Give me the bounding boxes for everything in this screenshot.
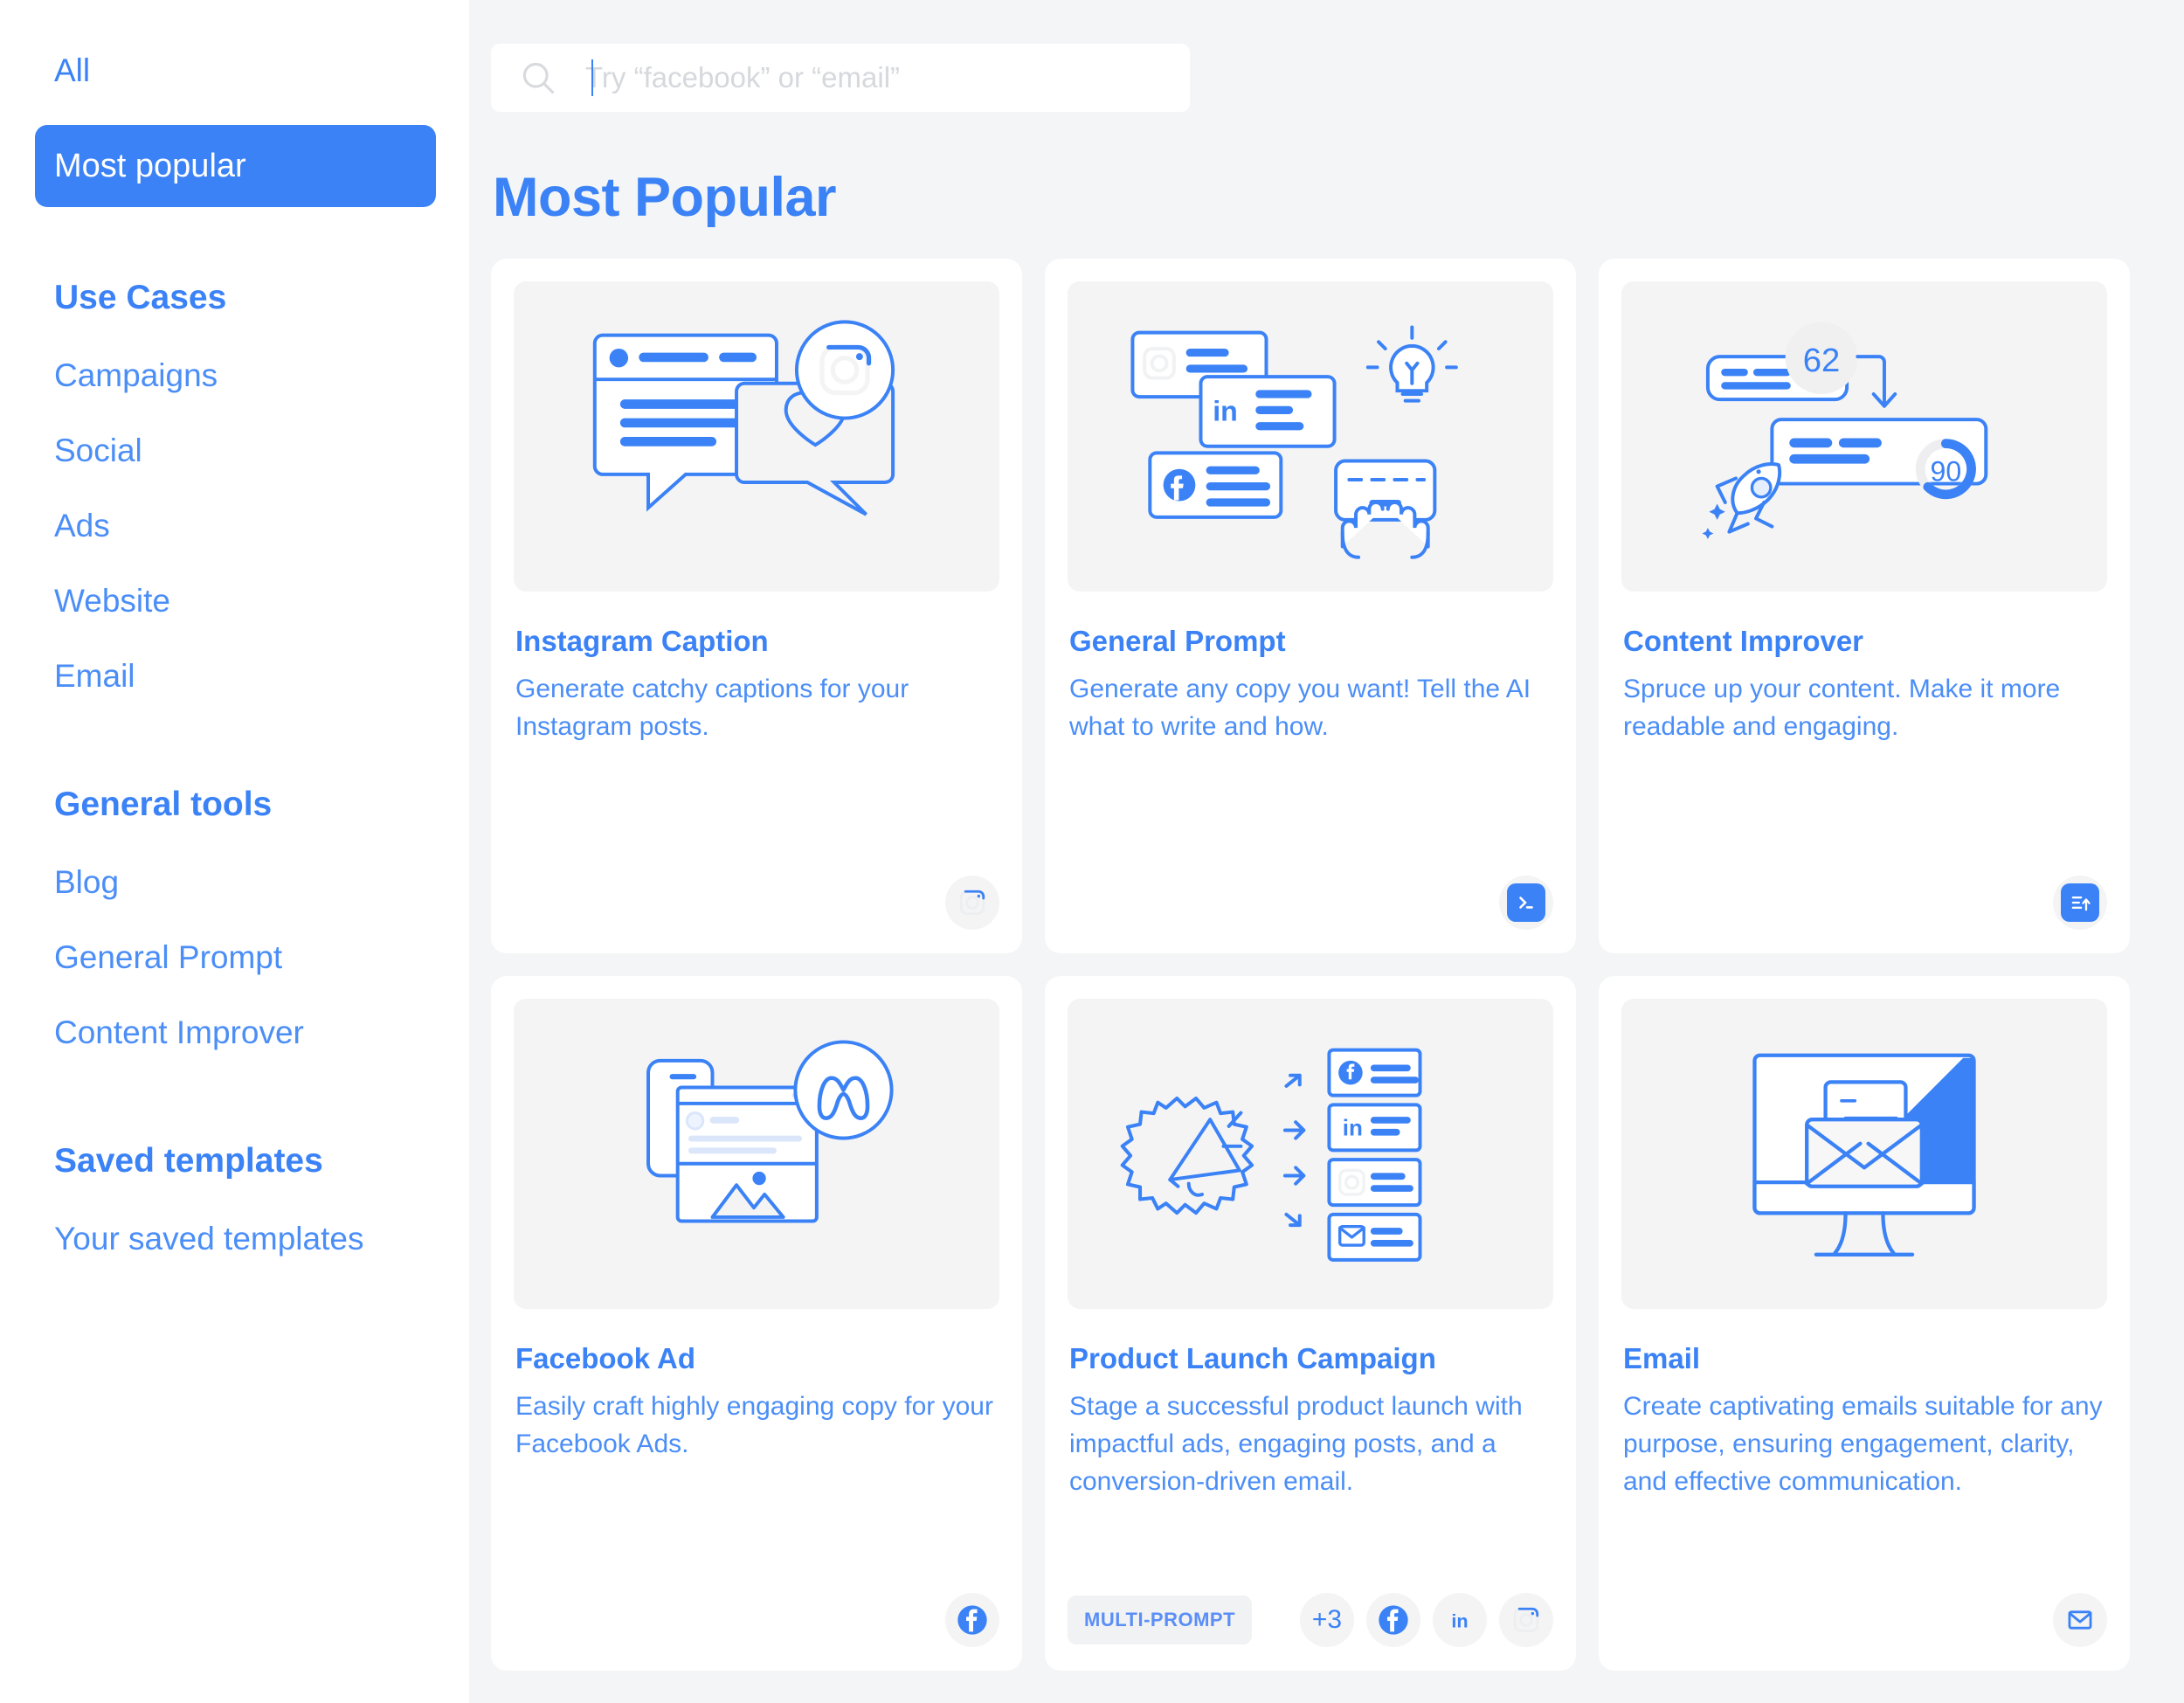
card-title: General Prompt	[1069, 625, 1286, 657]
sidebar-item-blog[interactable]: Blog	[54, 845, 415, 920]
template-card-content-improver[interactable]: 62 90 Content Improver Spruce up your co…	[1599, 259, 2130, 953]
sidebar-item-your-saved-templates[interactable]: Your saved templates	[54, 1201, 415, 1277]
linkedin-icon-badge[interactable]: in	[1433, 1593, 1487, 1647]
card-description: Stage a successful product launch with i…	[1069, 1392, 1523, 1497]
sidebar-section-title-use-cases: Use Cases	[54, 279, 227, 316]
text-cursor	[591, 59, 593, 96]
card-description: Easily craft highly engaging copy for yo…	[515, 1392, 993, 1459]
card-description: Generate catchy captions for your Instag…	[515, 675, 909, 742]
facebook-icon-badge[interactable]	[945, 1593, 999, 1647]
sidebar-item-website[interactable]: Website	[54, 564, 415, 639]
social-cards-lightbulb-keyboard-illustration: in	[1068, 281, 1553, 592]
megaphone-channels-illustration: in	[1068, 999, 1553, 1309]
template-card-general-prompt[interactable]: in General Prompt Generate any copy you …	[1045, 259, 1576, 953]
search-icon	[519, 59, 557, 97]
sidebar-section-saved-templates: Saved templates Your saved templates	[0, 1142, 469, 1277]
sidebar-item-content-improver[interactable]: Content Improver	[54, 995, 415, 1070]
svg-text:in: in	[1213, 395, 1238, 426]
sidebar-section-title-saved-templates: Saved templates	[54, 1142, 323, 1180]
extra-channels-count: +3	[1311, 1605, 1343, 1634]
card-footer	[514, 871, 999, 934]
facebook-icon-badge[interactable]	[1366, 1593, 1420, 1647]
sidebar-section-general-tools: General tools Blog General Prompt Conten…	[0, 786, 469, 1070]
sidebar-item-campaigns[interactable]: Campaigns	[54, 338, 415, 413]
template-library-page: All Most popular Use Cases Campaigns Soc…	[0, 0, 2184, 1703]
svg-text:in: in	[1343, 1114, 1363, 1140]
sidebar-item-most-popular[interactable]: Most popular	[35, 125, 436, 207]
sidebar-section-use-cases: Use Cases Campaigns Social Ads Website E…	[0, 279, 469, 714]
card-footer	[1068, 871, 1553, 934]
terminal-prompt-icon-badge[interactable]	[1499, 876, 1553, 930]
sidebar-section-title-general-tools: General tools	[54, 786, 273, 823]
card-description: Create captivating emails suitable for a…	[1623, 1392, 2103, 1497]
score-after-value: 90	[1931, 455, 1962, 487]
svg-text:in: in	[1451, 1610, 1468, 1631]
card-title: Instagram Caption	[515, 625, 769, 657]
sidebar-item-general-prompt[interactable]: General Prompt	[54, 920, 415, 995]
card-title: Content Improver	[1623, 625, 1864, 657]
content-improver-icon	[2061, 883, 2099, 922]
instagram-chat-bubbles-illustration	[514, 281, 999, 592]
sidebar-top-nav: All Most popular	[0, 35, 469, 207]
template-card-product-launch-campaign[interactable]: in Product Launch Campaign Stage a succe…	[1045, 976, 1576, 1671]
sidebar-item-ads[interactable]: Ads	[54, 488, 415, 564]
score-before-value: 62	[1803, 342, 1841, 379]
envelope-icon-badge[interactable]	[2053, 1593, 2107, 1647]
sidebar-item-email[interactable]: Email	[54, 639, 415, 714]
template-card-email[interactable]: Email Create captivating emails suitable…	[1599, 976, 2130, 1671]
card-description: Spruce up your content. Make it more rea…	[1623, 675, 2061, 742]
meta-browser-post-illustration	[514, 999, 999, 1309]
card-title: Facebook Ad	[515, 1342, 695, 1374]
sidebar-item-social[interactable]: Social	[54, 413, 415, 488]
template-card-facebook-ad[interactable]: Facebook Ad Easily craft highly engaging…	[491, 976, 1022, 1671]
search-bar[interactable]	[491, 44, 1190, 112]
template-card-instagram-caption[interactable]: Instagram Caption Generate catchy captio…	[491, 259, 1022, 953]
search-input[interactable]	[585, 61, 1172, 94]
card-title: Product Launch Campaign	[1069, 1342, 1436, 1374]
content-improver-icon-badge[interactable]	[2053, 876, 2107, 930]
card-title: Email	[1623, 1342, 1701, 1374]
multi-prompt-tag: MULTI-PROMPT	[1068, 1596, 1253, 1644]
card-description: Generate any copy you want! Tell the AI …	[1069, 675, 1531, 742]
instagram-icon-badge[interactable]	[1499, 1593, 1553, 1647]
extra-channels-count-badge[interactable]: +3	[1300, 1593, 1354, 1647]
card-footer	[1621, 871, 2107, 934]
content-score-rocket-illustration: 62 90	[1621, 281, 2107, 592]
template-card-grid: Instagram Caption Generate catchy captio…	[491, 259, 2130, 1671]
main-content: Most Popular	[469, 0, 2184, 1703]
page-title: Most Popular	[493, 167, 837, 228]
terminal-prompt-icon	[1507, 883, 1545, 922]
sidebar: All Most popular Use Cases Campaigns Soc…	[0, 0, 469, 1703]
card-footer	[1621, 1589, 2107, 1651]
card-footer	[514, 1589, 999, 1651]
instagram-icon-badge[interactable]	[945, 876, 999, 930]
card-footer: MULTI-PROMPT +3 in	[1068, 1589, 1553, 1651]
sidebar-item-all[interactable]: All	[54, 35, 417, 106]
desktop-envelope-illustration	[1621, 999, 2107, 1309]
